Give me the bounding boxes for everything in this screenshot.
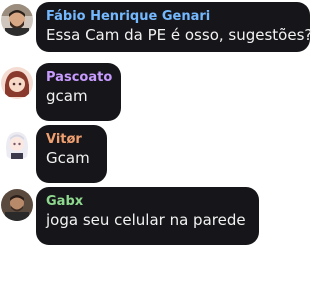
chat-message: Vitør Gcam [0, 124, 320, 184]
message-text: Essa Cam da PE é osso, sugestões? [46, 26, 313, 44]
message-text: Gcam [46, 149, 90, 167]
man-photo-avatar[interactable] [1, 189, 33, 221]
author-name[interactable]: Pascoato [46, 70, 112, 86]
message-text: gcam [46, 87, 88, 105]
author-name[interactable]: Fábio Henrique Genari [46, 9, 300, 25]
message-text: joga seu celular na parede [46, 211, 246, 229]
white-haired-anime-avatar[interactable] [1, 128, 33, 160]
chat-thread: Fábio Henrique Genari Essa Cam da PE é o… [0, 0, 320, 294]
chat-message: Gabx joga seu celular na parede [0, 186, 320, 246]
author-name[interactable]: Gabx [46, 194, 249, 210]
chat-message: Pascoato gcam [0, 62, 320, 122]
message-bubble: Gabx joga seu celular na parede [36, 187, 259, 245]
message-bubble: Vitør Gcam [36, 125, 107, 183]
message-bubble: Pascoato gcam [36, 63, 121, 121]
bearded-man-avatar[interactable] [1, 4, 33, 36]
message-bubble: Fábio Henrique Genari Essa Cam da PE é o… [36, 2, 313, 52]
anime-girl-avatar[interactable] [1, 67, 33, 99]
author-name[interactable]: Vitør [46, 132, 97, 148]
chat-message: Fábio Henrique Genari Essa Cam da PE é o… [0, 0, 320, 60]
